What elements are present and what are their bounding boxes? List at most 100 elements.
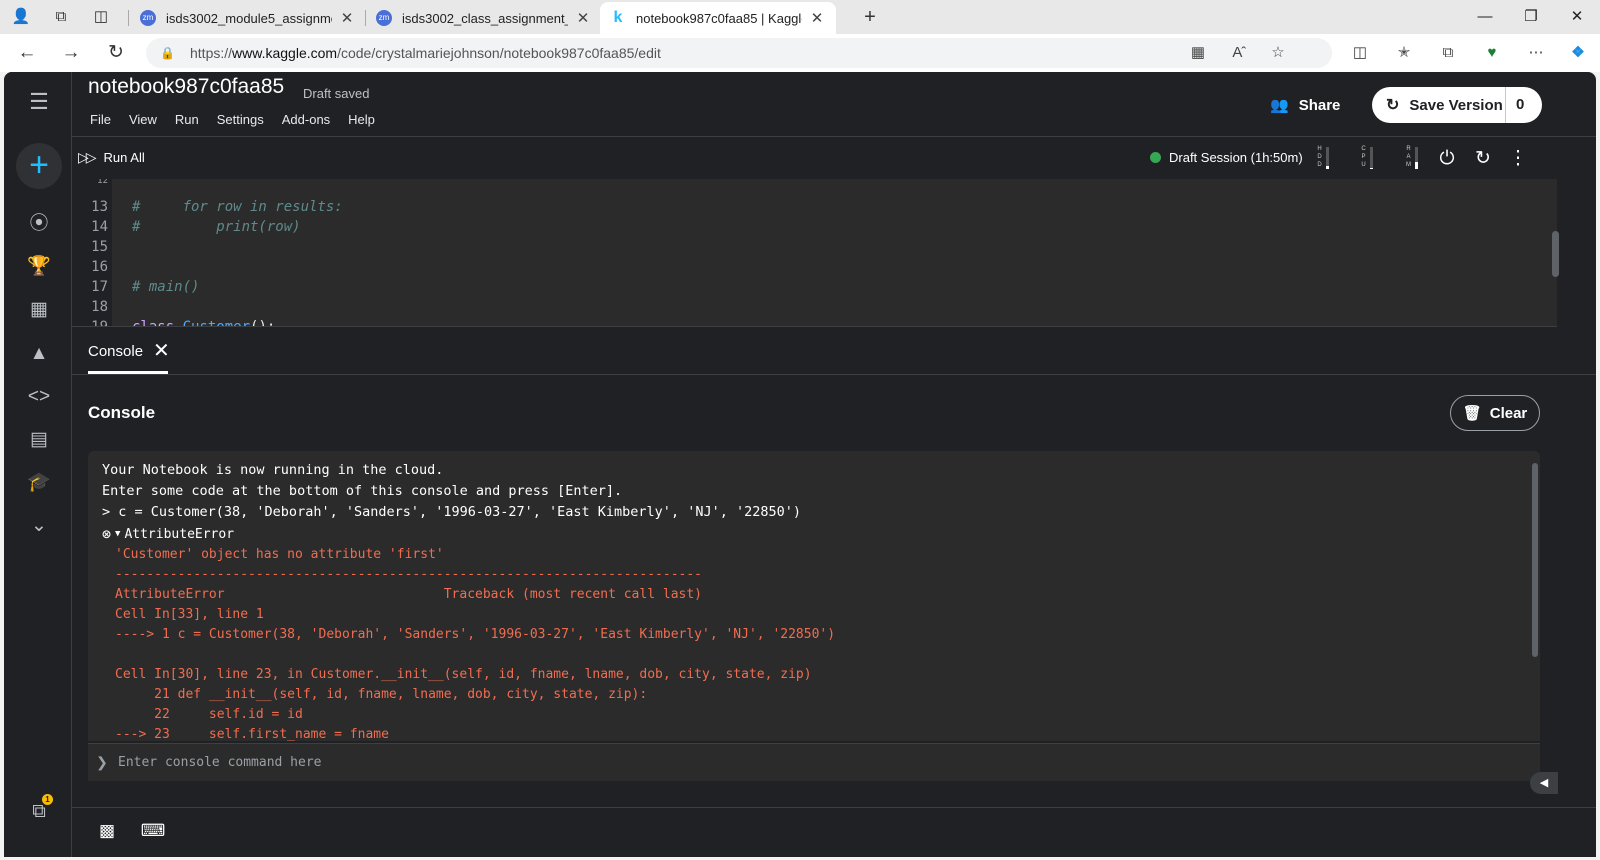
- hdd-meter[interactable]: HDD: [1316, 145, 1336, 171]
- vertical-tabs-icon[interactable]: ◫: [90, 6, 112, 28]
- create-icon[interactable]: +: [16, 143, 62, 189]
- run-all-button[interactable]: ▷▷ Run All: [78, 149, 145, 166]
- zoom-favicon-icon: zm: [140, 10, 156, 26]
- save-status: Draft saved: [303, 86, 370, 101]
- datasets-icon[interactable]: ▦: [26, 297, 52, 323]
- browser-essentials-icon[interactable]: ♥: [1480, 40, 1504, 66]
- learn-icon[interactable]: 🎓: [26, 470, 52, 496]
- console-scrollbar[interactable]: [1532, 463, 1538, 657]
- refresh-icon[interactable]: ↻: [103, 40, 129, 66]
- editor-scrollbar[interactable]: [1552, 231, 1559, 277]
- more-options-icon[interactable]: ⋮: [1506, 147, 1530, 171]
- url-field[interactable]: 🔒 https://www.kaggle.com/code/crystalmar…: [146, 38, 1332, 68]
- tab-separator: [128, 10, 129, 26]
- error-line: Cell In[33], line 1: [115, 607, 264, 622]
- code-line: 19 class Customer():: [91, 319, 276, 327]
- more-icon[interactable]: ⌄: [26, 513, 52, 539]
- hdd-fill: [1326, 165, 1329, 169]
- close-tab-icon[interactable]: ✕: [808, 9, 826, 27]
- app-available-icon[interactable]: ▦: [1186, 40, 1210, 66]
- run-all-label: Run All: [103, 150, 145, 165]
- clear-button[interactable]: 🗑 Clear: [1450, 395, 1540, 431]
- read-aloud-icon[interactable]: A ̂: [1226, 40, 1250, 66]
- menu-file[interactable]: File: [90, 112, 111, 127]
- browser-tab-module5[interactable]: zm isds3002_module5_assignment_h ✕: [130, 2, 366, 34]
- notebook-title[interactable]: notebook987c0faa85: [88, 75, 284, 99]
- competitions-icon[interactable]: 🏆: [26, 254, 52, 280]
- menu-settings[interactable]: Settings: [217, 112, 264, 127]
- collapse-panel-icon[interactable]: ◀: [1530, 772, 1558, 794]
- console-output[interactable]: Your Notebook is now running in the clou…: [88, 451, 1540, 741]
- favorite-star-icon[interactable]: ☆: [1266, 40, 1290, 66]
- ram-label: RAM: [1406, 146, 1411, 168]
- code-line: 13 # for row in results:: [91, 199, 343, 215]
- close-tab-icon[interactable]: ✕: [574, 9, 592, 27]
- kaggle-notebook-editor: ☰ + ⦿ 🏆 ▦ ▲ <> ▤ 🎓 ⌄ ⧉ 1 notebook987c0fa…: [4, 72, 1596, 857]
- close-window-icon[interactable]: ✕: [1554, 4, 1600, 30]
- collections-icon[interactable]: ⧉: [1436, 40, 1460, 66]
- restart-icon[interactable]: ↻: [1471, 147, 1495, 171]
- explore-icon[interactable]: ⦿: [26, 211, 52, 237]
- lock-icon[interactable]: 🔒: [160, 44, 178, 62]
- menu-run[interactable]: Run: [175, 112, 199, 127]
- forward-icon[interactable]: →: [58, 40, 84, 66]
- error-name: AttributeError: [124, 526, 235, 542]
- menu-help[interactable]: Help: [348, 112, 375, 127]
- restore-icon[interactable]: ❐: [1508, 4, 1554, 30]
- save-version-icon: ↻: [1386, 97, 1400, 114]
- url-text: https://www.kaggle.com/code/crystalmarie…: [190, 45, 661, 61]
- back-icon[interactable]: ←: [14, 40, 40, 66]
- notebook-header: notebook987c0faa85 Draft saved File View…: [72, 72, 1596, 137]
- browser-tab-kaggle[interactable]: k notebook987c0faa85 | Kaggle ✕: [600, 2, 836, 34]
- tab-console[interactable]: Console ✕: [88, 341, 170, 361]
- menu-view[interactable]: View: [129, 112, 157, 127]
- code-line: 15: [91, 239, 108, 255]
- menu-icon[interactable]: ☰: [26, 89, 52, 115]
- left-navigation-rail: ☰ + ⦿ 🏆 ▦ ▲ <> ▤ 🎓 ⌄ ⧉ 1: [4, 72, 72, 857]
- new-tab-icon[interactable]: +: [859, 6, 881, 28]
- settings-more-icon[interactable]: ⋯: [1524, 40, 1548, 66]
- console-input-row: ❯: [88, 743, 1540, 781]
- share-label: Share: [1298, 96, 1341, 114]
- fast-forward-icon: ▷▷: [78, 149, 96, 165]
- keyboard-icon[interactable]: ⌨: [140, 820, 166, 842]
- console-command-input[interactable]: [116, 754, 1540, 771]
- terminal-icon[interactable]: ▩: [94, 820, 120, 842]
- minimize-icon[interactable]: —: [1462, 4, 1508, 30]
- browser-tab-class-assignment[interactable]: zm isds3002_class_assignment_helpe ✕: [366, 2, 602, 34]
- clear-label: Clear: [1489, 404, 1528, 422]
- profile-icon[interactable]: 👤: [10, 6, 32, 28]
- menu-add-ons[interactable]: Add-ons: [282, 112, 330, 127]
- version-count[interactable]: 0: [1516, 87, 1524, 123]
- code-line: 17 # main(): [91, 279, 200, 295]
- ram-meter[interactable]: RAM: [1405, 145, 1425, 171]
- favorites-icon[interactable]: ✭: [1392, 40, 1416, 66]
- discussions-icon[interactable]: ▤: [26, 427, 52, 453]
- code-icon[interactable]: <>: [26, 384, 52, 410]
- code-editor[interactable]: 12 13 # for row in results: 14 # print(row…: [72, 179, 1557, 327]
- tab-title: notebook987c0faa85 | Kaggle: [636, 10, 802, 26]
- workspaces-icon[interactable]: ⧉: [50, 6, 72, 28]
- notification-badge: 1: [42, 794, 53, 805]
- kaggle-favicon-icon: k: [613, 9, 623, 26]
- tab-title: isds3002_module5_assignment_h: [166, 10, 332, 26]
- hdd-label: HDD: [1317, 146, 1322, 168]
- error-line: ----> 1 c = Customer(38, 'Deborah', 'San…: [115, 627, 836, 642]
- split-screen-icon[interactable]: ◫: [1348, 40, 1372, 66]
- cpu-meter[interactable]: CPU: [1360, 145, 1380, 171]
- error-toggle[interactable]: ⊗ ▼ AttributeError: [102, 524, 234, 544]
- session-status[interactable]: Draft Session (1h:50m): [1150, 150, 1303, 165]
- close-icon[interactable]: ✕: [153, 341, 170, 361]
- power-icon[interactable]: ⏻: [1435, 147, 1459, 171]
- share-button[interactable]: 👥 Share: [1270, 88, 1340, 122]
- button-divider: [1505, 87, 1506, 123]
- console-output-line: Enter some code at the bottom of this co…: [102, 483, 623, 499]
- zoom-favicon-icon: zm: [376, 10, 392, 26]
- save-version-button[interactable]: ↻ Save Version 0: [1372, 87, 1542, 123]
- error-line: ----------------------------------------…: [115, 567, 702, 582]
- models-icon[interactable]: ▲: [26, 341, 52, 367]
- notebook-toolbar: ▷▷ Run All Draft Session (1h:50m) HDD CP…: [72, 137, 1596, 179]
- error-line: AttributeError Traceback (most recent ca…: [115, 587, 702, 602]
- close-tab-icon[interactable]: ✕: [338, 9, 356, 27]
- copilot-icon[interactable]: ❖: [1566, 40, 1590, 66]
